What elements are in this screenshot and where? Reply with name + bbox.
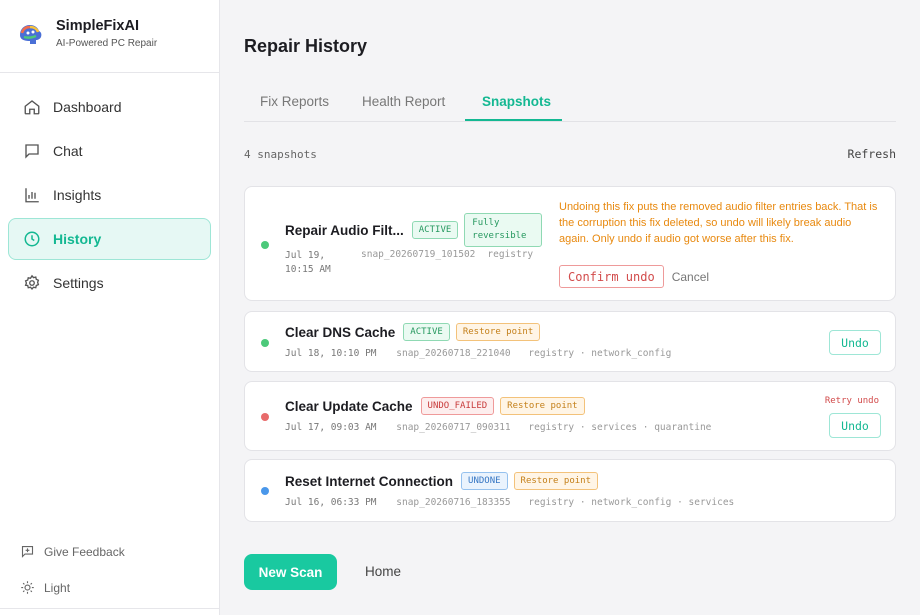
undo-button[interactable]: Undo [829,330,881,355]
snapshot-id: snap_20260717_090311 [396,422,511,433]
restore-point-badge: Restore point [513,472,598,490]
home-link[interactable]: Home [365,564,401,579]
give-feedback-label: Give Feedback [44,544,125,559]
snapshot-meta: Jul 19, 10:15 AM snap_20260719_101502 re… [285,249,533,277]
sidebar-item-settings[interactable]: Settings [8,262,211,304]
snapshot-title: Reset Internet Connection [285,473,454,489]
feedback-icon [21,545,34,558]
undo-button[interactable]: Undo [829,413,881,438]
bar-chart-icon [25,188,39,203]
snapshot-time: Jul 19, 10:15 AM [285,250,331,275]
snapshot-meta: Jul 18, 10:10 PM snap_20260718_221040 re… [285,348,671,359]
snapshot-time: Jul 18, 10:10 PM [285,348,377,359]
snapshot-tags: registry · network_config · services [528,497,735,508]
snapshot-title-row: Repair Audio Filt... ACTIVE Fully revers… [285,213,548,247]
snapshot-title: Clear Update Cache [285,398,413,414]
snapshot-id: snap_20260716_183355 [396,497,511,508]
retry-undo-link[interactable]: Retry undo [825,396,879,406]
sidebar-nav: Dashboard Chat Insights History Settings [8,86,211,306]
status-badge: UNDONE [461,472,508,490]
tab-health-report[interactable]: Health Report [362,94,445,109]
app-tagline: AI-Powered PC Repair [56,38,158,49]
snapshot-card: Repair Audio Filt... ACTIVE Fully revers… [244,186,896,301]
snapshot-title-row: Clear Update Cache UNDO_FAILED Restore p… [285,397,591,415]
snapshot-id: snap_20260719_101502 [361,249,476,260]
confirm-row: Confirm undo Cancel [559,265,709,288]
restore-point-badge: Restore point [455,323,541,341]
sidebar-item-label: Settings [53,275,104,291]
snapshot-title-row: Reset Internet Connection UNDONE Restore… [285,472,604,490]
sidebar-item-label: History [53,231,102,247]
cancel-button[interactable]: Cancel [672,270,709,284]
undo-warning: Undoing this fix puts the removed audio … [559,201,878,245]
sidebar-item-chat[interactable]: Chat [8,130,211,172]
snapshot-time: Jul 17, 09:03 AM [285,422,377,433]
status-dot [261,339,269,347]
clock-icon [24,231,40,247]
active-tab-indicator [465,119,562,121]
snapshot-count: 4 snapshots [244,148,317,161]
snapshot-title: Repair Audio Filt... [285,222,404,238]
snapshot-tags: registry · services · quarantine [528,422,712,433]
sidebar-item-label: Dashboard [53,99,122,115]
snapshot-card: Clear DNS Cache ACTIVE Restore point Jul… [244,311,896,372]
theme-label: Light [44,580,71,595]
status-dot [261,413,269,421]
page-title: Repair History [244,36,368,56]
divider [0,72,219,73]
app-name: SimpleFixAI [56,18,139,34]
sidebar: SimpleFixAI AI-Powered PC Repair Dashboa… [0,0,220,615]
confirm-undo-button[interactable]: Confirm undo [559,265,664,288]
snapshot-tags: registry · network_config [528,348,672,359]
status-dot [261,487,269,495]
brand[interactable]: SimpleFixAI AI-Powered PC Repair [16,18,157,49]
tab-snapshots[interactable]: Snapshots [482,94,551,109]
snapshot-time: Jul 16, 06:33 PM [285,497,377,508]
snapshot-meta: Jul 17, 09:03 AM snap_20260717_090311 re… [285,422,711,433]
refresh-button[interactable]: Refresh [848,147,896,161]
snapshot-card: Clear Update Cache UNDO_FAILED Restore p… [244,381,896,451]
status-badge: ACTIVE [403,323,450,341]
snapshot-meta: Jul 16, 06:33 PM snap_20260716_183355 re… [285,497,734,508]
snapshot-id: snap_20260718_221040 [396,348,511,359]
sidebar-item-label: Chat [53,143,83,159]
give-feedback-button[interactable]: Give Feedback [20,544,210,559]
snapshot-title-row: Clear DNS Cache ACTIVE Restore point [285,323,546,341]
gear-icon [24,274,40,290]
sun-icon [21,581,34,594]
sidebar-item-dashboard[interactable]: Dashboard [8,86,211,128]
new-scan-button[interactable]: New Scan [244,554,337,590]
home-icon [24,100,40,115]
tab-fix-reports[interactable]: Fix Reports [260,94,329,109]
chat-icon [25,144,39,159]
status-badge: UNDO_FAILED [420,397,495,415]
snapshot-title: Clear DNS Cache [285,324,396,340]
sidebar-item-history[interactable]: History [8,218,211,260]
status-badge: ACTIVE [411,221,459,239]
status-dot [261,241,269,249]
tab-bar: Fix Reports Health Report Snapshots [244,84,896,122]
sidebar-item-label: Insights [53,187,102,203]
brain-logo-icon [20,24,42,44]
sidebar-item-insights[interactable]: Insights [8,174,211,216]
theme-toggle[interactable]: Light [20,580,210,595]
snapshot-tags: registry [487,249,534,260]
reversible-badge: Fully reversible [464,213,543,247]
snapshot-card: Reset Internet Connection UNDONE Restore… [244,459,896,522]
restore-point-badge: Restore point [500,397,585,415]
divider [0,608,219,609]
